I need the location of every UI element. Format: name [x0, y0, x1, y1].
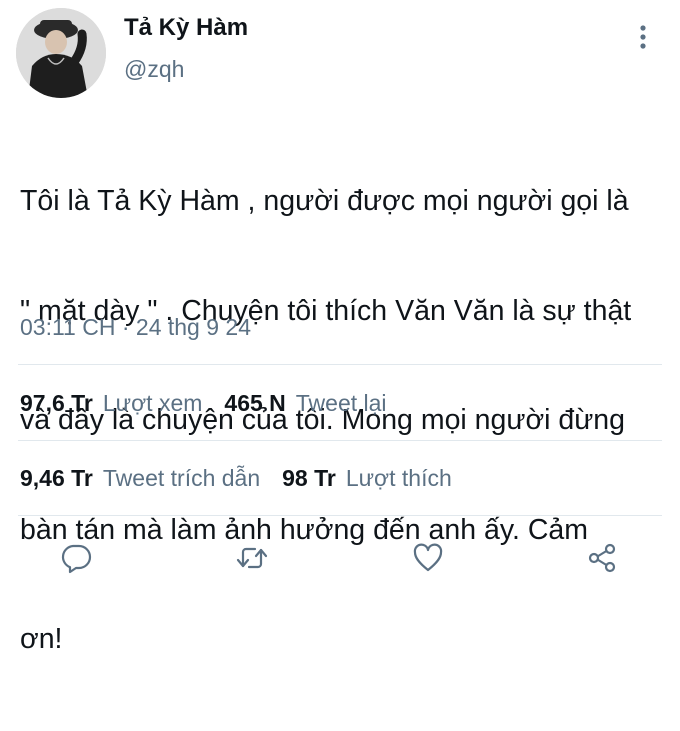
tweet-line: ơn! [20, 623, 63, 655]
retweet-icon [236, 547, 268, 569]
divider [18, 364, 662, 365]
quote-tweets-count[interactable]: 9,46 Tr [20, 465, 93, 492]
avatar[interactable] [16, 8, 106, 98]
share-icon [588, 543, 616, 573]
user-handle[interactable]: @zqh [124, 56, 184, 83]
tweet-timestamp[interactable]: 03:11 CH · 24 thg 9 24 [20, 314, 251, 341]
divider [18, 515, 662, 516]
share-button[interactable] [584, 540, 620, 576]
tweet-action-bar [0, 540, 680, 576]
avatar-photo [16, 8, 106, 98]
retweets-label[interactable]: Tweet lại [296, 390, 387, 417]
reply-icon [61, 544, 92, 574]
reply-button[interactable] [58, 540, 94, 576]
like-button[interactable] [410, 540, 446, 576]
views-label: Lượt xem [102, 390, 203, 416]
tweet-card: Tả Kỳ Hàm @zqh Tôi là Tả Kỳ Hàm , người … [0, 0, 680, 655]
likes-label[interactable]: Lượt thích [346, 465, 452, 492]
retweet-button[interactable] [234, 540, 270, 576]
quote-tweets-label[interactable]: Tweet trích dẫn [103, 465, 260, 492]
views-count: 97,6 Tr [20, 390, 93, 416]
stats-row-views-retweets: 97,6 Tr Lượt xem 465 N Tweet lại [20, 390, 387, 417]
likes-count[interactable]: 98 Tr [282, 465, 336, 492]
divider [18, 440, 662, 441]
more-vertical-icon [640, 25, 646, 49]
display-name[interactable]: Tả Kỳ Hàm [124, 14, 248, 42]
like-heart-icon [413, 543, 443, 572]
tweet-line: Tôi là Tả Kỳ Hàm , người được mọi người … [20, 185, 629, 217]
stats-row-quotes-likes: 9,46 Tr Tweet trích dẫn 98 Tr Lượt thích [20, 465, 452, 492]
tweet-text: Tôi là Tả Kỳ Hàm , người được mọi người … [20, 110, 670, 731]
more-options-button[interactable] [630, 20, 656, 54]
retweets-count[interactable]: 465 N [224, 390, 285, 417]
